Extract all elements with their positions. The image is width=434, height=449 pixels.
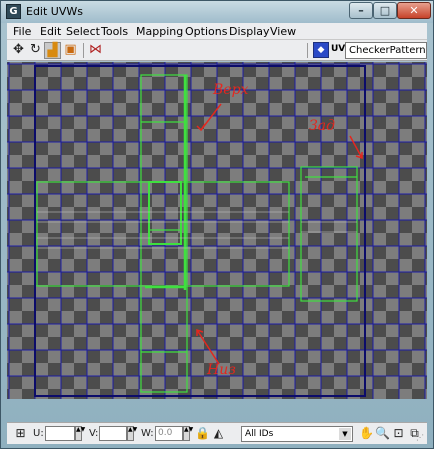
toolbar-separator (83, 43, 84, 58)
w-field[interactable]: 0.0 (155, 426, 183, 441)
uv-grid-overlay (7, 62, 427, 399)
edit-uvws-window: G Edit UVWs – □ ✕ File Edit Select Tools… (0, 0, 434, 449)
uv-shell-wide[interactable] (36, 181, 290, 287)
arrow-bottom (196, 329, 220, 365)
menu-view[interactable]: View (270, 25, 296, 38)
annotation-bottom: Низ (207, 362, 236, 378)
window-title: Edit UVWs (26, 5, 83, 18)
maximize-button[interactable]: □ (373, 2, 397, 19)
absolute-offset-icon[interactable]: ⊞ (13, 426, 28, 441)
uv-map-icon[interactable]: ◆ (313, 42, 329, 58)
u-field[interactable] (45, 426, 75, 441)
chevron-down-icon[interactable]: ▼ (339, 428, 351, 440)
arrow-back (349, 135, 363, 159)
zoom-icon[interactable]: 🔍 (375, 426, 390, 441)
toolbar-separator (307, 43, 308, 58)
minimize-button[interactable]: – (349, 2, 373, 19)
w-spinner[interactable]: ▲▼ (183, 426, 193, 441)
toolbar: ✥ ↻ ▟ ▣ ⋈ ◆ UV CheckerPattern ( Che (7, 40, 427, 61)
annotation-back: Зад (309, 118, 335, 134)
mirror-icon[interactable]: ⋈ (87, 42, 104, 59)
uv-label: UV (331, 44, 346, 54)
menu-options[interactable]: Options (185, 25, 227, 38)
id-filter-value: All IDs (245, 429, 274, 439)
texture-dropdown[interactable]: CheckerPattern ( Che (345, 42, 427, 59)
w-label: W: (141, 428, 154, 439)
menu-tools[interactable]: Tools (101, 25, 128, 38)
id-filter-dropdown[interactable]: All IDs ▼ (241, 426, 353, 442)
uv-seams (37, 211, 357, 249)
v-label: V: (89, 428, 99, 439)
menu-edit[interactable]: Edit (40, 25, 61, 38)
status-bar: ⊞ U: ▲▼ V: ▲▼ W: 0.0 ▲▼ 🔒 ◭ All IDs ▼ ✋ … (7, 422, 427, 444)
pan-icon[interactable]: ✋ (359, 426, 374, 441)
title-bar[interactable]: G Edit UVWs – □ ✕ (1, 1, 433, 23)
resize-grip[interactable]: ⋰ (416, 433, 426, 443)
menu-select[interactable]: Select (66, 25, 100, 38)
move-icon[interactable]: ✥ (10, 42, 27, 59)
menu-bar: File Edit Select Tools Mapping Options D… (7, 23, 427, 40)
freeform-icon[interactable]: ▣ (62, 42, 79, 59)
v-field[interactable] (99, 426, 127, 441)
menu-file[interactable]: File (13, 25, 31, 38)
lock-icon[interactable]: 🔒 (195, 426, 210, 441)
u-label: U: (33, 428, 44, 439)
v-spinner[interactable]: ▲▼ (127, 426, 137, 441)
annotation-top: Верх (213, 82, 249, 98)
app-icon: G (6, 4, 21, 19)
zoom-region-icon[interactable]: ⊡ (391, 426, 406, 441)
close-button[interactable]: ✕ (397, 2, 431, 19)
scale-icon[interactable]: ▟ (44, 42, 61, 59)
paint-icon[interactable]: ◭ (211, 426, 226, 441)
rotate-icon[interactable]: ↻ (27, 42, 44, 59)
annotation-arrows (196, 103, 363, 365)
menu-display[interactable]: Display (229, 25, 270, 38)
uv-viewport[interactable]: Верх Зад Низ (7, 62, 427, 399)
u-spinner[interactable]: ▲▼ (75, 426, 85, 441)
menu-mapping[interactable]: Mapping (136, 25, 183, 38)
uv-shell-back[interactable] (300, 166, 358, 302)
